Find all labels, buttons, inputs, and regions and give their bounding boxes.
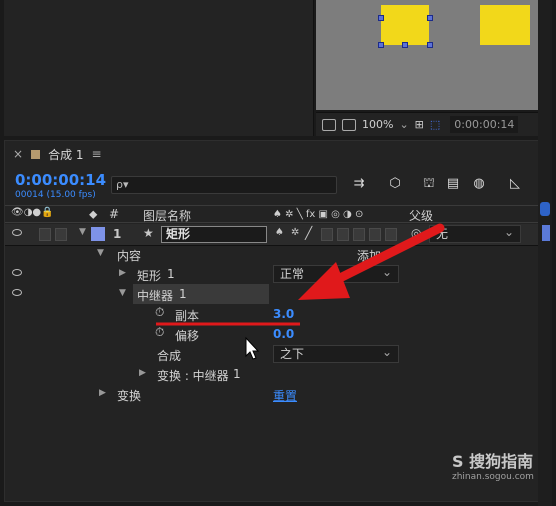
annotation-overlay [156,223,445,360]
watermark-logo: S 搜狗指南 [452,452,534,471]
sogou-watermark: S 搜狗指南 zhinan.sogou.com [452,448,534,482]
mouse-cursor-icon [245,336,260,360]
annotation-arrow-head [298,262,350,300]
watermark-url: zhinan.sogou.com [452,472,534,482]
